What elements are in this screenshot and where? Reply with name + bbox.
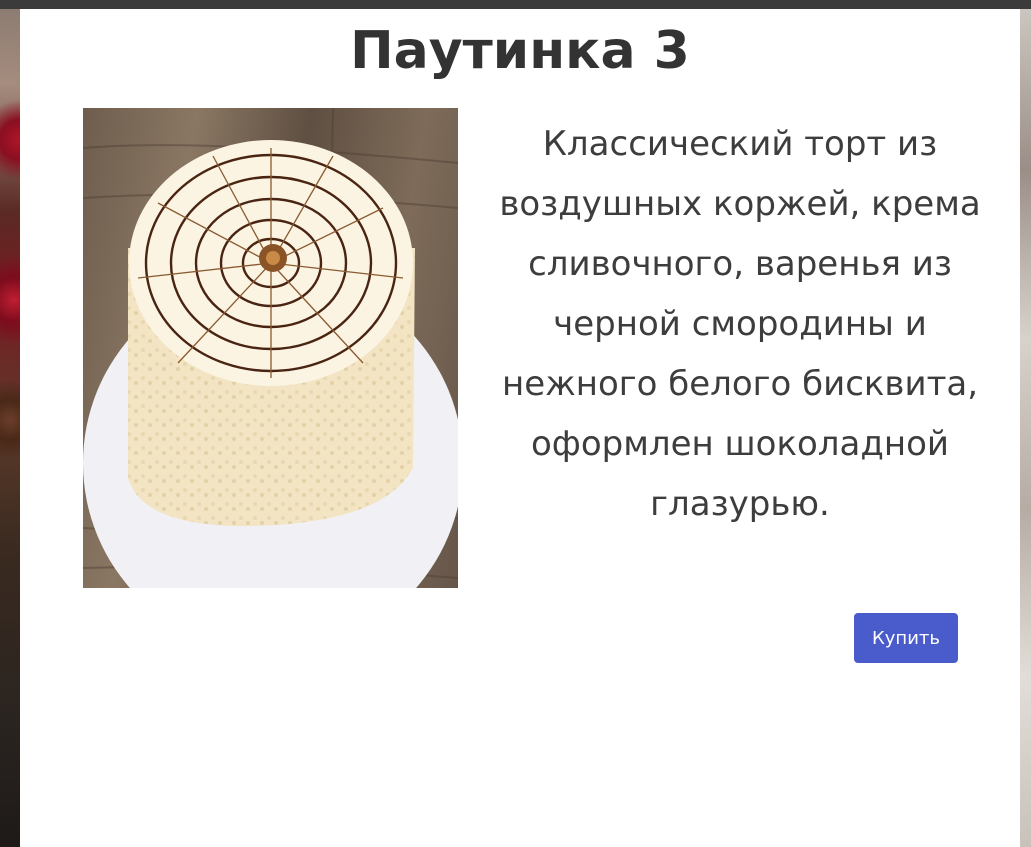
cake-photo	[83, 108, 458, 588]
background-photo-left	[0, 0, 20, 847]
product-description: Классический торт из воздушных коржей, к…	[499, 124, 981, 524]
product-title: Паутинка 3	[350, 21, 690, 81]
buy-button[interactable]: Купить	[854, 613, 958, 663]
product-image	[83, 108, 458, 588]
product-card: Паутинка 3 Классический торт из воздушны…	[20, 9, 1020, 847]
top-bar	[0, 0, 1031, 9]
background-photo-right	[1020, 0, 1031, 847]
